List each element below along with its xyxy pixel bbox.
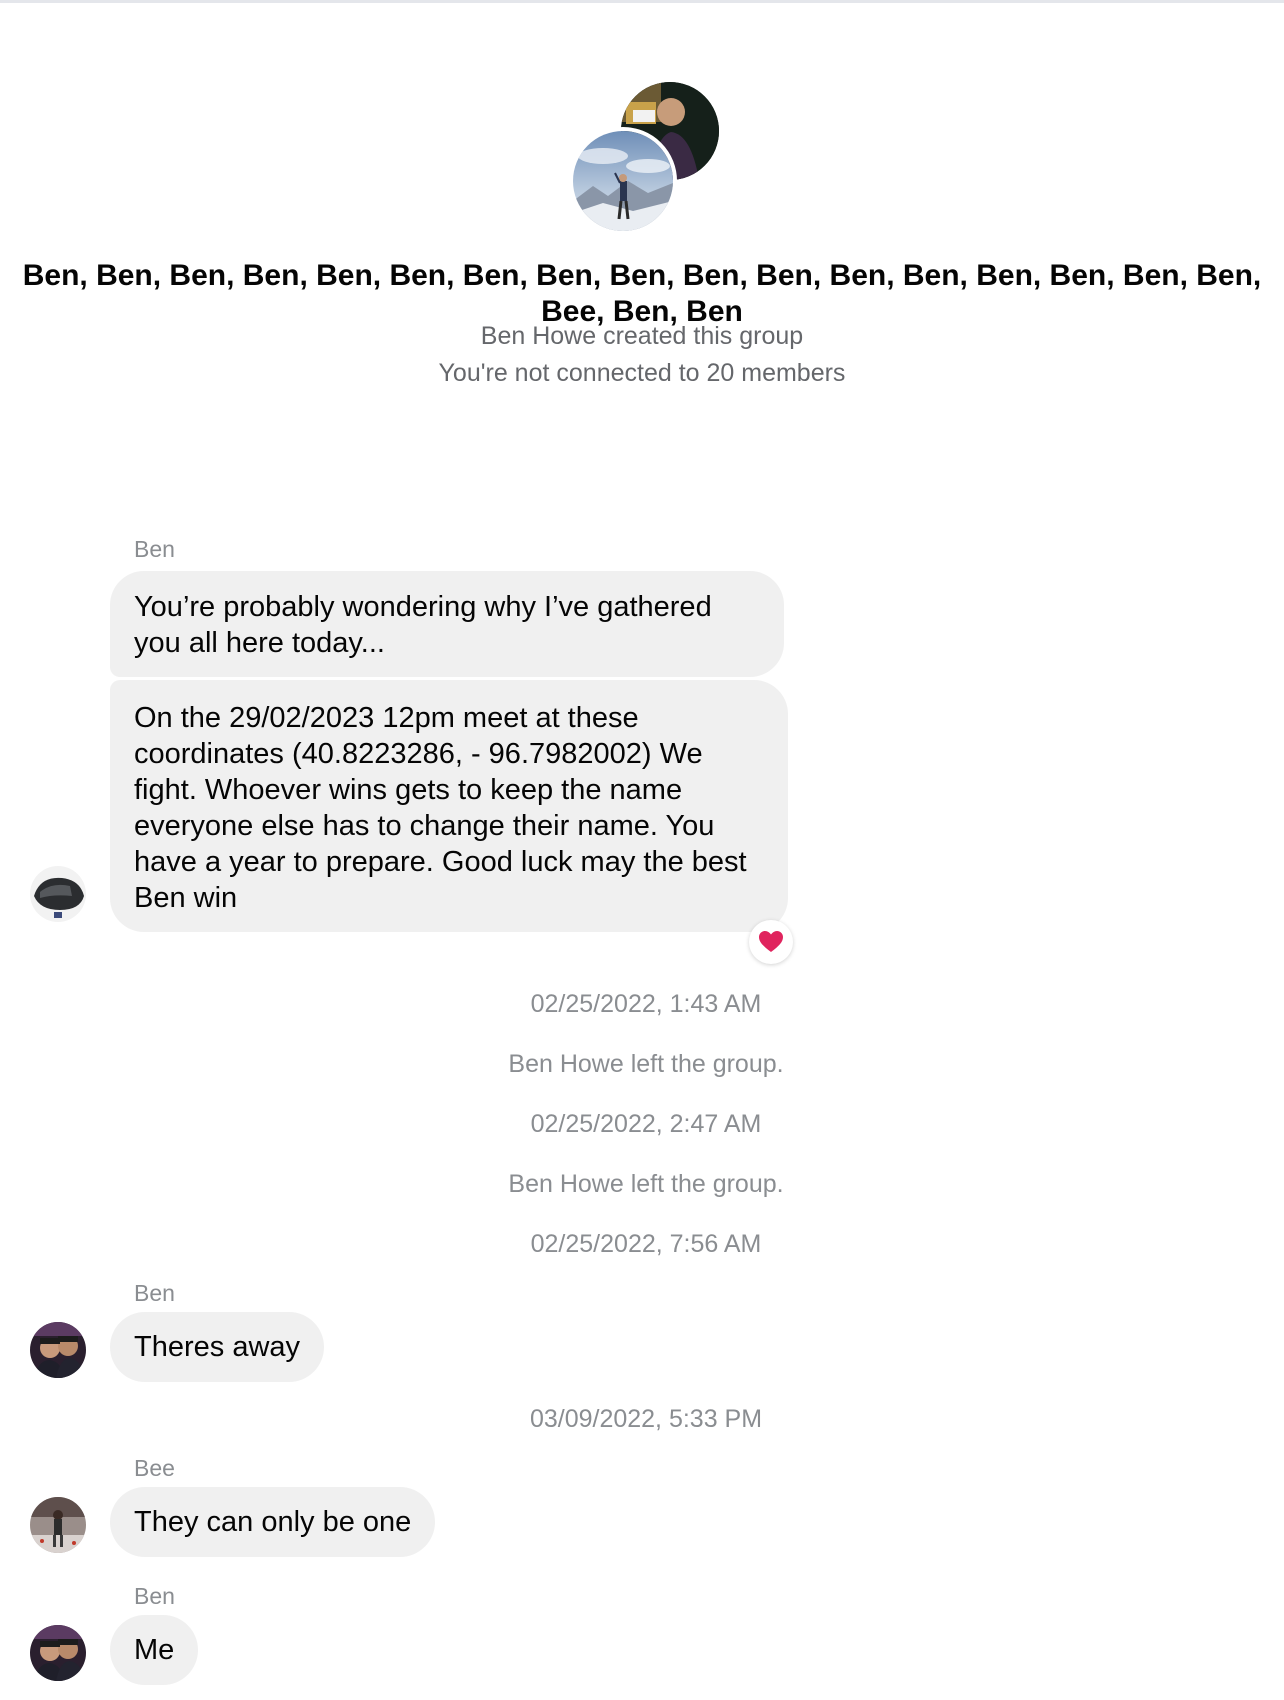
sender-avatar[interactable] (30, 1625, 86, 1681)
group-title: Ben, Ben, Ben, Ben, Ben, Ben, Ben, Ben, … (22, 259, 1262, 328)
message-text: Theres away (134, 1331, 301, 1363)
sender-name: Ben (134, 1280, 175, 1306)
group-connection-text: You're not connected to 20 members (438, 359, 846, 387)
sender-name: Bee (134, 1455, 175, 1481)
message-bubble[interactable]: Theres away (110, 1312, 325, 1382)
timestamp: 02/25/2022, 7:56 AM (530, 1230, 762, 1258)
sender-avatar[interactable] (30, 1322, 86, 1378)
group-avatar[interactable] (569, 82, 721, 235)
sender-avatar[interactable] (30, 866, 86, 922)
timestamp: 02/25/2022, 2:47 AM (530, 1110, 762, 1138)
message-bubble[interactable]: You’re probably wondering why I’ve gathe… (110, 571, 784, 677)
timestamp: 02/25/2022, 1:43 AM (530, 990, 762, 1018)
message-bubble[interactable]: On the 29/02/2023 12pm meet at these coo… (110, 680, 788, 932)
group-avatar-photo-front (569, 127, 677, 235)
reaction-badge[interactable] (749, 920, 793, 964)
message-text: Me (134, 1634, 175, 1666)
sender-name: Ben (134, 536, 175, 562)
sender-avatar[interactable] (30, 1497, 86, 1553)
message-bubble[interactable]: They can only be one (110, 1487, 436, 1557)
group-created-text: Ben Howe created this group (480, 322, 804, 350)
timestamp: 03/09/2022, 5:33 PM (529, 1405, 763, 1433)
heart-icon (759, 931, 783, 952)
system-event: Ben Howe left the group. (508, 1050, 784, 1078)
system-event: Ben Howe left the group. (508, 1170, 784, 1198)
message-text: They can only be one (134, 1506, 412, 1538)
sender-name: Ben (134, 1583, 175, 1609)
message-bubble[interactable]: Me (110, 1615, 199, 1685)
top-divider (0, 0, 1284, 3)
